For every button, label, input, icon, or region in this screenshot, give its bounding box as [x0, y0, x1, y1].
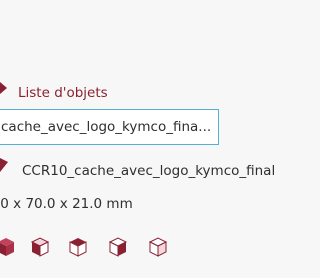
view-toolbar: [0, 234, 278, 258]
object-select[interactable]: cache_avec_logo_kymco_fina...: [0, 109, 219, 145]
cube-view-iso-icon: [0, 238, 14, 256]
cube-view-top-button[interactable]: [66, 234, 88, 258]
cube-view-side-icon: [108, 237, 128, 257]
object-dimensions: .0 x 70.0 x 21.0 mm: [0, 196, 133, 212]
cube-view-back-icon: [148, 237, 168, 257]
cube-view-side-button[interactable]: [106, 234, 128, 258]
arrow-icon: [0, 82, 7, 94]
cube-view-top-icon: [69, 238, 87, 257]
cube-view-iso-button[interactable]: [0, 234, 16, 258]
object-name: CCR10_cache_avec_logo_kymco_final: [22, 163, 276, 179]
object-panel: Liste d'objets cache_avec_logo_kymco_fin…: [0, 0, 278, 278]
cube-view-back-button[interactable]: [146, 234, 168, 258]
object-icon: [0, 158, 8, 172]
cube-view-front-button[interactable]: [28, 234, 50, 258]
cube-view-front-icon: [30, 237, 50, 257]
object-list-title: Liste d'objets: [18, 85, 108, 101]
